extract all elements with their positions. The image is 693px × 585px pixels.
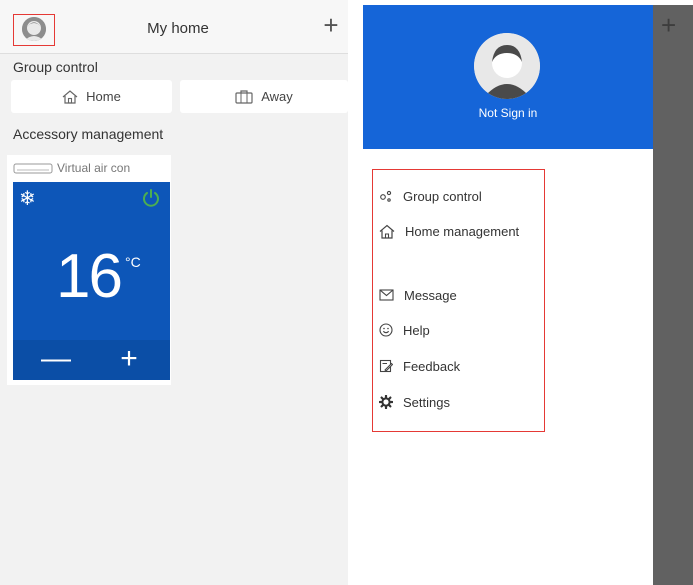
device-control-tile[interactable]: ❄ 16 °C — + [13, 182, 170, 380]
away-mode-label: Away [261, 89, 293, 104]
menu-label: Home management [405, 223, 520, 239]
menu-item-message[interactable]: Message [373, 283, 457, 307]
away-mode-button[interactable]: Away [180, 80, 348, 113]
decrease-temperature-button[interactable]: — [41, 344, 71, 374]
mail-icon [379, 289, 394, 301]
sign-in-status[interactable]: Not Sign in [363, 106, 653, 120]
drawer-menu: Group control Home management Message He… [372, 169, 545, 432]
avatar-icon [22, 17, 46, 41]
snowflake-icon: ❄ [19, 188, 36, 210]
menu-item-feedback[interactable]: Feedback [373, 354, 460, 378]
temperature-value: 16 [56, 242, 123, 311]
user-avatar-icon[interactable] [474, 33, 540, 99]
power-icon[interactable] [141, 188, 161, 208]
smiley-icon [379, 323, 393, 337]
home-outline-icon [379, 224, 395, 239]
group-control-heading: Group control [13, 59, 98, 75]
air-conditioner-icon [13, 163, 53, 173]
add-device-button[interactable]: + [320, 12, 342, 40]
menu-item-help[interactable]: Help [373, 318, 430, 342]
menu-item-group-control[interactable]: Group control [373, 184, 482, 208]
side-drawer: Not Sign in Group control Home managemen… [363, 5, 653, 585]
dim-overlay[interactable] [653, 5, 693, 585]
home-mode-label: Home [86, 89, 121, 104]
accessory-management-heading: Accessory management [13, 126, 164, 142]
device-name-row: Virtual air con [7, 155, 171, 181]
temperature-unit: °C [125, 254, 141, 270]
gear-icon [379, 395, 393, 409]
top-bar: My home + [0, 0, 348, 54]
group-icon [380, 190, 392, 202]
drawer-header: Not Sign in [363, 5, 653, 149]
home-mode-button[interactable]: Home [11, 80, 172, 113]
home-screen: My home + Group control Home Away Access… [0, 0, 348, 585]
menu-item-home-management[interactable]: Home management [373, 219, 519, 243]
home-icon [62, 89, 78, 104]
home-title: My home [147, 20, 209, 37]
temperature-controls: — + [13, 340, 170, 380]
feedback-icon [379, 359, 393, 373]
dimmed-add-button: + [661, 10, 677, 40]
menu-label: Group control [403, 188, 482, 204]
menu-label: Settings [403, 394, 450, 410]
suitcase-icon [235, 89, 253, 104]
device-name: Virtual air con [57, 161, 131, 175]
menu-item-settings[interactable]: Settings [373, 390, 450, 414]
device-card[interactable]: Virtual air con ❄ 16 °C — + [7, 155, 171, 385]
menu-label: Message [404, 287, 457, 303]
profile-button[interactable] [13, 14, 55, 46]
menu-label: Help [403, 322, 430, 338]
increase-temperature-button[interactable]: + [114, 344, 144, 374]
menu-label: Feedback [403, 358, 461, 374]
